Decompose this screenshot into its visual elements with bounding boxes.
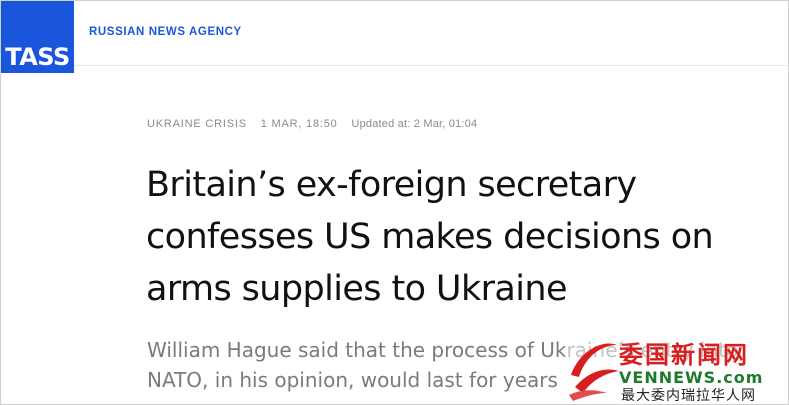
publish-time: 1 MAR, 18:50 [260, 118, 338, 130]
swirl-logo-icon [569, 343, 619, 401]
tass-logo[interactable]: TASS [1, 1, 74, 73]
logo-text: TASS [5, 43, 70, 71]
updated-time: Updated at: 2 Mar, 01:04 [351, 118, 478, 130]
agency-name[interactable]: RUSSIAN NEWS AGENCY [89, 26, 242, 38]
page-frame: TASS RUSSIAN NEWS AGENCY UKRAINE CRISIS … [0, 0, 789, 405]
article-meta: UKRAINE CRISIS 1 MAR, 18:50 Updated at: … [147, 118, 477, 130]
watermark-subtitle: 最大委内瑞拉华人网 [621, 388, 756, 404]
site-header: TASS RUSSIAN NEWS AGENCY [1, 1, 788, 73]
watermark-chinese-title: 委国新闻网 [619, 341, 749, 369]
article-headline: Britain’s ex-foreign secretary confesses… [146, 165, 714, 309]
vennews-watermark: 委国新闻网 VENNEWS.com 最大委内瑞拉华人网 [565, 331, 787, 404]
category-link[interactable]: UKRAINE CRISIS [147, 118, 247, 130]
